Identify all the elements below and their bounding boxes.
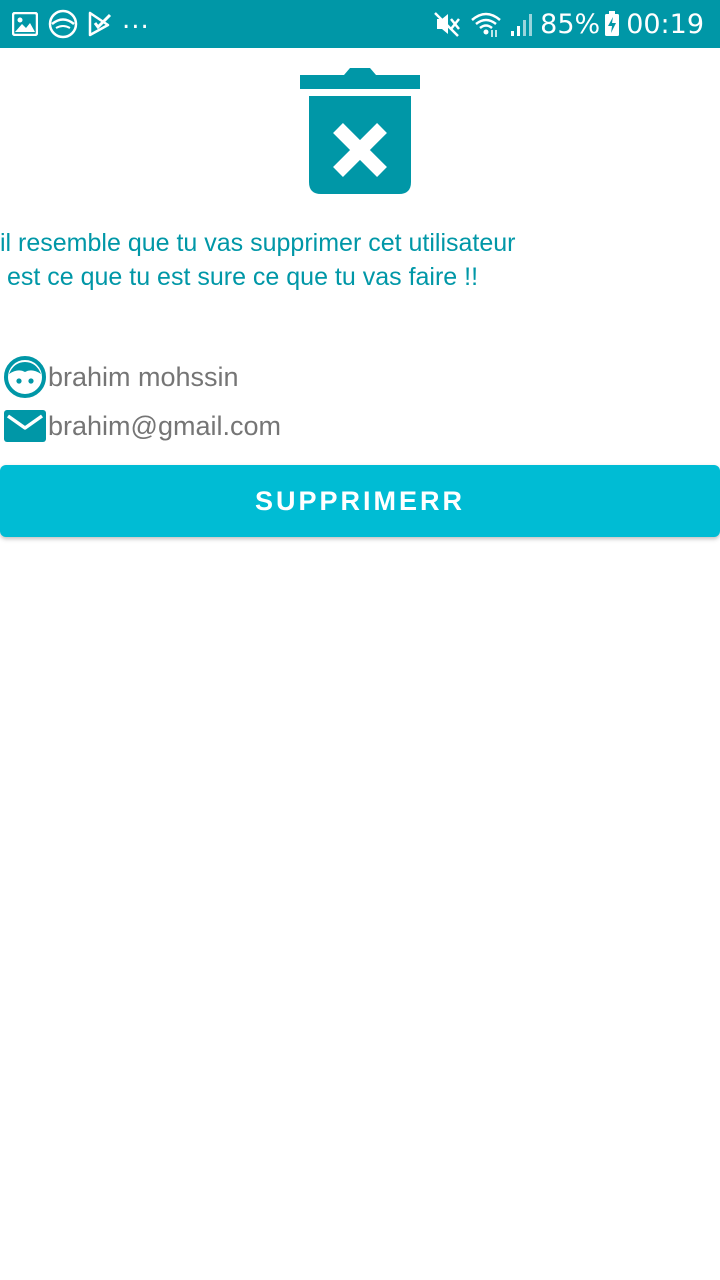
wifi-icon xyxy=(470,11,502,37)
signal-icon xyxy=(510,11,534,37)
battery-charging-icon xyxy=(604,11,620,37)
user-name: brahim mohssin xyxy=(48,361,239,392)
warning-line-2: est ce que tu est sure ce que tu vas fai… xyxy=(0,263,479,291)
checklist-icon xyxy=(88,11,112,37)
person-face-icon xyxy=(4,356,46,398)
warning-line-1: il resemble que tu vas supprimer cet uti… xyxy=(0,229,516,257)
user-email-row: brahim@gmail.com xyxy=(4,405,281,447)
battery-percent: 85% xyxy=(540,8,601,40)
user-email: brahim@gmail.com xyxy=(48,410,281,441)
user-name-row: brahim mohssin xyxy=(4,356,239,398)
mute-icon xyxy=(434,11,462,37)
clock: 00:19 xyxy=(626,8,704,40)
status-left: ... xyxy=(12,0,150,48)
gallery-icon xyxy=(12,12,38,36)
status-right: 85% 00:19 xyxy=(426,0,704,48)
mail-icon xyxy=(4,405,46,447)
delete-user-button[interactable]: SUPPRIMERR xyxy=(0,465,720,537)
delete-user-screen: ... 85% 00:19 il resemble que tu vas sup… xyxy=(0,0,720,1280)
warning-message: il resemble que tu vas supprimer cet uti… xyxy=(0,226,720,294)
status-bar: ... 85% 00:19 xyxy=(0,0,720,48)
trash-delete-icon xyxy=(300,66,420,196)
notification-overflow: ... xyxy=(122,5,150,35)
app-logo-icon xyxy=(48,9,78,39)
